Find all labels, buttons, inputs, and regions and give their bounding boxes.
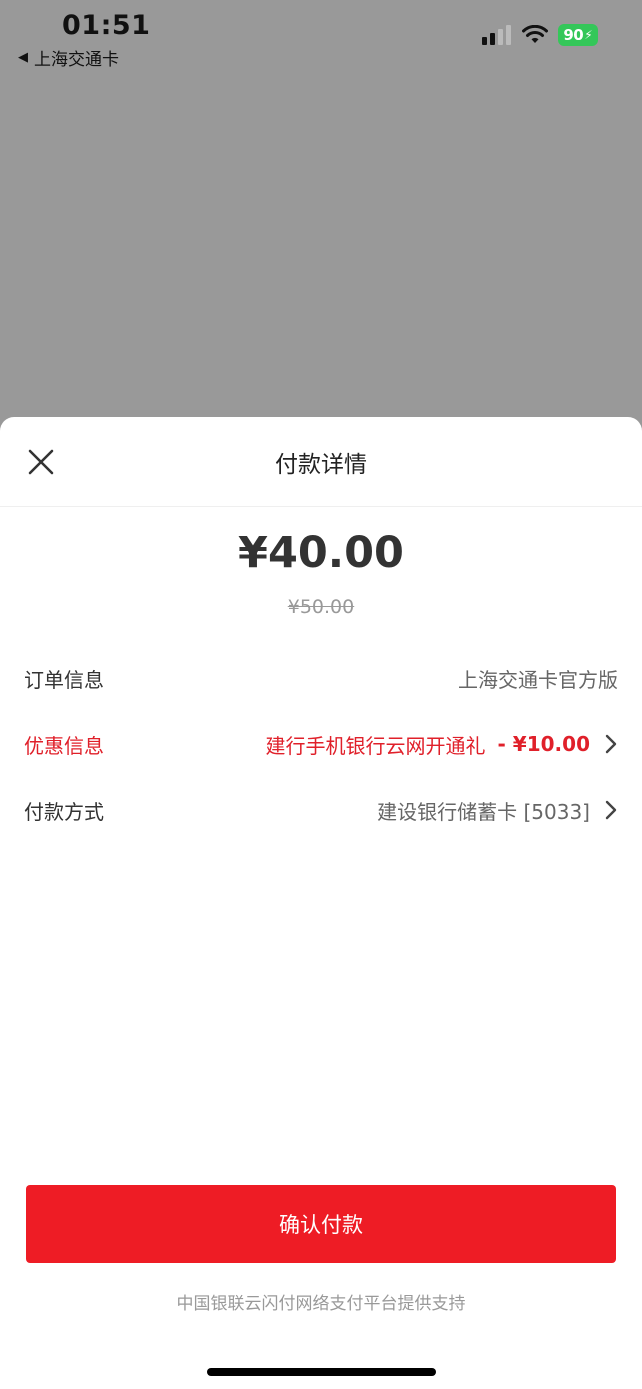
confirm-payment-button[interactable]: 确认付款 [26, 1185, 616, 1263]
back-app-label: 上海交通卡 [34, 50, 119, 70]
payment-method-row[interactable]: 付款方式 建设银行储蓄卡 [5033] [24, 790, 618, 830]
sheet-title: 付款详情 [275, 452, 367, 478]
charging-bolt-icon: ⚡ [584, 28, 593, 42]
promo-info-value: 建行手机银行云网开通礼 [265, 733, 486, 758]
order-info-row: 订单信息 上海交通卡官方版 [24, 658, 618, 698]
payment-method-value-group: 建设银行储蓄卡 [5033] [377, 796, 618, 825]
status-time: 01:51 [62, 10, 151, 41]
battery-level: 90 [563, 26, 584, 44]
promo-info-row[interactable]: 优惠信息 建行手机银行云网开通礼 - ¥10.00 [24, 724, 618, 764]
payment-method-value: 建设银行储蓄卡 [5033] [377, 799, 590, 824]
order-info-label: 订单信息 [24, 667, 104, 692]
original-amount: ¥50.00 [287, 596, 355, 618]
footer-note: 中国银联云闪付网络支付平台提供支持 [176, 1294, 466, 1314]
back-triangle-icon: ◀ [18, 50, 28, 65]
payment-sheet: 付款详情 ¥40.00 ¥50.00 订单信息 上海交通卡官方版 优惠信息 建行… [0, 417, 642, 1389]
promo-discount-amount: - ¥10.00 [497, 732, 590, 756]
status-bar: 01:51 ◀ 上海交通卡 90 ⚡ [0, 0, 642, 80]
promo-info-label: 优惠信息 [24, 733, 104, 758]
wifi-icon [522, 25, 548, 43]
payment-method-label: 付款方式 [24, 799, 104, 824]
home-indicator[interactable] [207, 1368, 436, 1376]
chevron-right-icon [605, 734, 617, 754]
order-info-value: 上海交通卡官方版 [458, 667, 618, 692]
payment-amount: ¥40.00 [238, 528, 404, 578]
battery-charging-icon: 90 ⚡ [558, 24, 598, 46]
back-to-app-button[interactable]: ◀ 上海交通卡 [18, 45, 119, 70]
promo-info-value-group: 建行手机银行云网开通礼 - ¥10.00 [266, 730, 618, 759]
status-indicators: 90 ⚡ [482, 24, 598, 46]
sheet-header: 付款详情 [0, 417, 642, 507]
cellular-signal-icon [482, 25, 511, 45]
chevron-right-icon [605, 800, 617, 820]
